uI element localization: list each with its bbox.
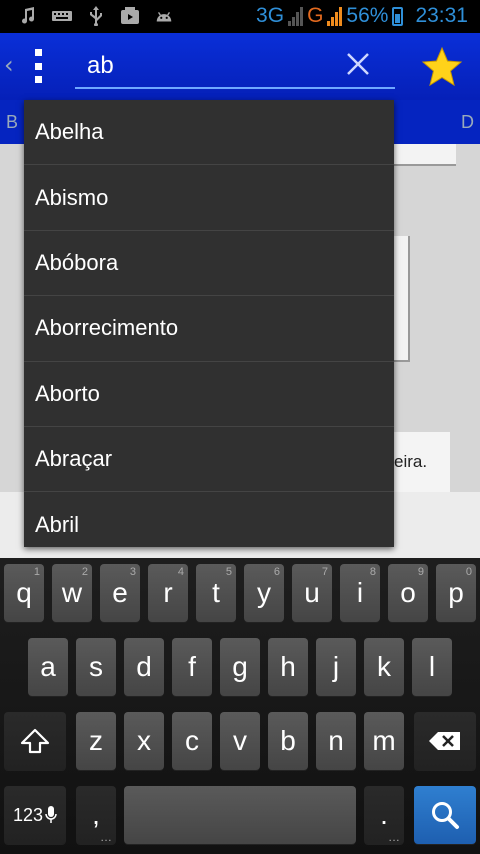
tab-d[interactable]: D — [461, 112, 474, 133]
key-p[interactable]: p0 — [436, 564, 476, 622]
key-z[interactable]: z — [76, 712, 116, 770]
symbols-key-label: 123 — [12, 804, 44, 825]
key-b[interactable]: b — [268, 712, 308, 770]
suggestion-item[interactable]: Abismo — [24, 165, 394, 231]
key-hint: 5 — [225, 566, 232, 578]
key-label: e — [112, 577, 128, 608]
key-w[interactable]: w2 — [52, 564, 92, 622]
key-u[interactable]: u7 — [292, 564, 332, 622]
key-q[interactable]: q1 — [4, 564, 44, 622]
microphone-icon — [45, 806, 57, 823]
key-e[interactable]: e3 — [100, 564, 140, 622]
suggestion-item[interactable]: Abril — [24, 492, 394, 557]
suggestion-item[interactable]: Aborto — [24, 362, 394, 427]
search-icon — [432, 802, 459, 829]
suggestion-item[interactable]: Abóbora — [24, 231, 394, 297]
status-bar: 3G G 56% 23:31 — [0, 0, 480, 33]
key-t[interactable]: t5 — [196, 564, 236, 622]
notification-icons — [18, 6, 174, 26]
suggestion-item[interactable]: Abelha — [24, 100, 394, 166]
key-label: r — [163, 577, 173, 608]
clock: 23:31 — [415, 4, 468, 27]
system-indicators: 3G G 56% 23:31 — [256, 4, 468, 28]
key-d[interactable]: d — [124, 638, 164, 696]
shift-arrow-icon — [20, 728, 50, 754]
key-n[interactable]: n — [316, 712, 356, 770]
key-a[interactable]: a — [28, 638, 68, 696]
key-v[interactable]: v — [220, 712, 260, 770]
period-key-label: . — [380, 799, 388, 830]
more-options-hint: … — [100, 830, 112, 844]
key-f[interactable]: f — [172, 638, 212, 696]
battery-icon — [392, 6, 404, 26]
battery-percent: 56% — [346, 4, 389, 27]
signal-g-icon — [327, 6, 343, 26]
key-label: w — [61, 577, 83, 608]
music-icon — [18, 6, 38, 26]
key-g[interactable]: g — [220, 638, 260, 696]
key-hint: 2 — [81, 566, 88, 578]
suggestion-item[interactable]: Aborrecimento — [24, 296, 394, 362]
clear-search-icon[interactable] — [343, 49, 373, 79]
key-hint: 9 — [417, 566, 424, 578]
backspace-icon — [429, 732, 460, 750]
key-hint: 6 — [273, 566, 280, 578]
symbols-key[interactable]: 123 — [4, 786, 66, 844]
more-options-hint: … — [388, 830, 400, 844]
search-key[interactable] — [414, 786, 476, 844]
search-suggestions-dropdown: Abelha Abismo Abóbora Aborrecimento Abor… — [24, 100, 394, 547]
key-i[interactable]: i8 — [340, 564, 380, 622]
soft-keyboard: q1 w2 e3 r4 t5 y6 u7 i8 o9 p0 a s d f g … — [0, 558, 480, 854]
search-box — [75, 43, 395, 89]
key-label: p — [448, 577, 464, 608]
keyboard-icon — [52, 6, 72, 26]
content-card — [390, 144, 456, 166]
content-card-text: eira. — [394, 452, 428, 471]
space-key[interactable] — [124, 786, 356, 844]
comma-key[interactable]: , … — [76, 786, 116, 844]
key-r[interactable]: r4 — [148, 564, 188, 622]
key-hint: 1 — [33, 566, 40, 578]
key-label: y — [257, 577, 271, 608]
video-icon — [120, 6, 140, 26]
key-hint: 7 — [321, 566, 328, 578]
key-y[interactable]: y6 — [244, 564, 284, 622]
key-hint: 3 — [129, 566, 136, 578]
key-hint: 0 — [465, 566, 472, 578]
key-label: q — [16, 577, 32, 608]
network-3g-label: 3G — [256, 4, 285, 27]
search-input[interactable] — [87, 49, 337, 83]
favorite-star-icon[interactable] — [420, 45, 464, 89]
period-key[interactable]: . … — [364, 786, 404, 844]
key-label: u — [304, 577, 320, 608]
comma-key-label: , — [92, 799, 100, 830]
key-s[interactable]: s — [76, 638, 116, 696]
key-hint: 8 — [369, 566, 376, 578]
suggestion-item[interactable]: Abraçar — [24, 427, 394, 493]
overflow-menu-icon[interactable] — [32, 49, 44, 83]
backspace-key[interactable] — [414, 712, 476, 770]
key-j[interactable]: j — [316, 638, 356, 696]
key-k[interactable]: k — [364, 638, 404, 696]
key-label: o — [400, 577, 416, 608]
key-h[interactable]: h — [268, 638, 308, 696]
key-label: t — [212, 577, 220, 608]
key-x[interactable]: x — [124, 712, 164, 770]
action-bar: ‹ — [0, 33, 480, 100]
tab-b[interactable]: B — [6, 112, 18, 133]
key-c[interactable]: c — [172, 712, 212, 770]
key-m[interactable]: m — [364, 712, 404, 770]
key-l[interactable]: l — [412, 638, 452, 696]
key-o[interactable]: o9 — [388, 564, 428, 622]
signal-3g-icon — [288, 6, 304, 26]
key-hint: 4 — [177, 566, 184, 578]
android-icon — [154, 6, 174, 26]
network-g-label: G — [307, 4, 324, 27]
back-chevron-icon[interactable]: ‹ — [4, 51, 14, 79]
key-label: i — [356, 577, 364, 608]
shift-key[interactable] — [4, 712, 66, 770]
usb-icon — [86, 6, 106, 26]
